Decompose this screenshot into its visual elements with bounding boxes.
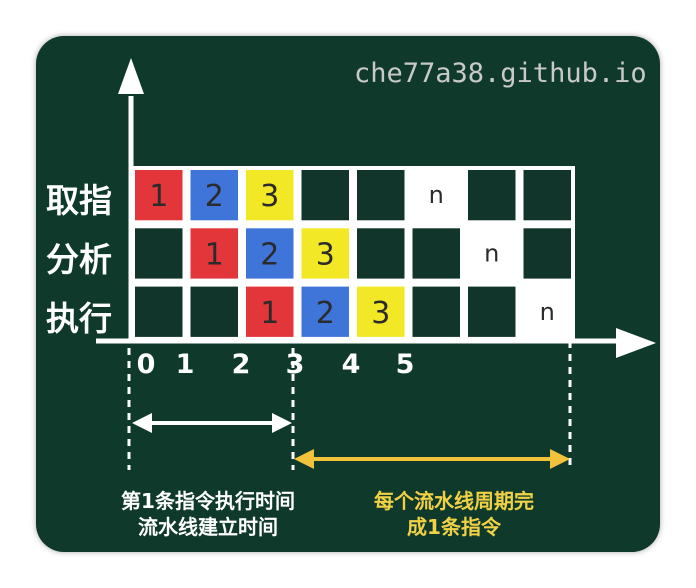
- pipeline-cell-label: n: [429, 181, 444, 209]
- setup-time-arrow-right: [272, 413, 292, 433]
- pipeline-cell: [301, 170, 349, 221]
- note-setup-time-line2: 流水线建立时间: [138, 515, 278, 539]
- pipeline-cell-label: 3: [316, 237, 335, 272]
- setup-time-arrow-left: [132, 413, 152, 433]
- axis-tick-2: 2: [231, 349, 251, 380]
- cycle-arrow-right: [550, 449, 570, 469]
- note-cycle-line2: 成1条指令: [407, 515, 501, 539]
- pipeline-cell-label: 1: [205, 237, 224, 272]
- pipeline-cell-label: 2: [316, 296, 335, 331]
- pipeline-cell: [523, 228, 571, 279]
- pipeline-cell: [468, 286, 516, 337]
- pipeline-cell: [357, 170, 405, 221]
- pipeline-cell-label: 1: [149, 179, 168, 214]
- pipeline-cell: [468, 170, 516, 221]
- pipeline-cell-label: 2: [205, 179, 224, 214]
- pipeline-cell-label: n: [540, 298, 555, 326]
- axis-tick-4: 4: [341, 349, 361, 380]
- pipeline-cells: 1 2 3 n 1 2 3 n 1 2 3 n: [131, 166, 575, 341]
- pipeline-cell: [357, 228, 405, 279]
- axis-tick-0: 0: [136, 349, 156, 380]
- y-axis-arrowhead: [118, 58, 144, 94]
- axis-tick-1: 1: [175, 349, 195, 380]
- row-label-execute: 执行: [46, 299, 112, 338]
- pipeline-cell-label: 3: [371, 296, 390, 331]
- row-label-fetch: 取指: [46, 181, 112, 220]
- pipeline-diagram: 1 2 3 n1 2 3 n1 2 3 n: [96, 58, 656, 470]
- note-setup-time-line1: 第1条指令执行时间: [121, 489, 295, 513]
- row-label-decode: 分析: [46, 240, 112, 279]
- pipeline-cell: [135, 286, 183, 337]
- pipeline-cell-label: n: [484, 239, 499, 267]
- note-setup-time: 第1条指令执行时间 流水线建立时间: [108, 488, 308, 540]
- note-cycle-line1: 每个流水线周期完: [374, 489, 534, 513]
- pipeline-cell: [190, 286, 238, 337]
- pipeline-cell: [523, 170, 571, 221]
- pipeline-cell: [412, 286, 460, 337]
- axis-tick-5: 5: [395, 349, 415, 380]
- chalkboard: che77a38.github.io 123n123n123n 取指 分析 执行…: [36, 36, 660, 552]
- pipeline-cell-label: 2: [260, 237, 279, 272]
- pipeline-cell-label: 1: [260, 296, 279, 331]
- cycle-arrow-left: [294, 449, 314, 469]
- pipeline-cell: [135, 228, 183, 279]
- x-axis-arrowhead: [616, 328, 656, 358]
- note-cycle: 每个流水线周期完 成1条指令: [354, 488, 554, 540]
- pipeline-cell-label: 3: [260, 179, 279, 214]
- pipeline-cell: [412, 228, 460, 279]
- axis-tick-3: 3: [285, 349, 305, 380]
